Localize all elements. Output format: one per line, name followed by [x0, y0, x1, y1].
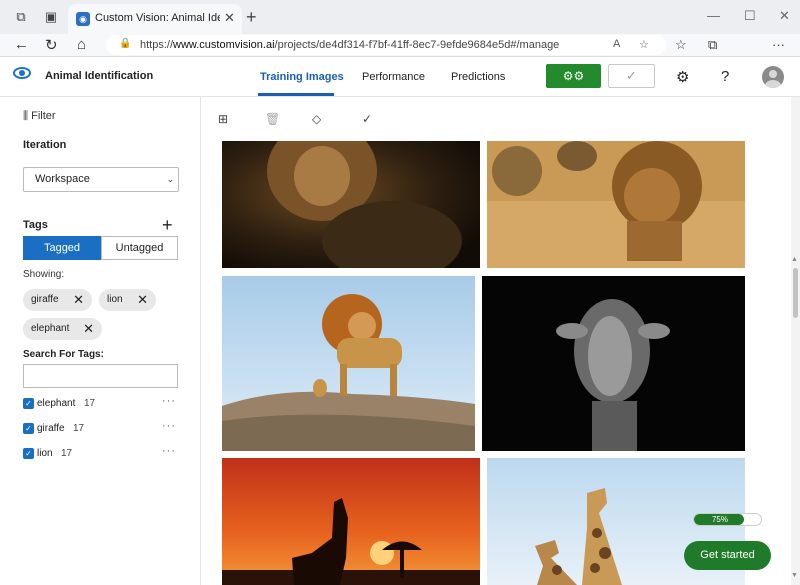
remove-giraffe-icon[interactable]: ✕ [73, 289, 84, 311]
settings-gear-icon[interactable]: ⚙ [676, 68, 689, 86]
chip-giraffe[interactable]: giraffe ✕ [23, 289, 92, 311]
progress-bar: 75% [693, 513, 762, 526]
iteration-title: Iteration [23, 139, 67, 151]
home-icon[interactable]: ⌂ [77, 36, 86, 53]
scrollbar-thumb[interactable] [793, 268, 798, 318]
address-bar-row: ← ↻ ⌂ 🔒 https://www.customvision.ai/proj… [0, 34, 800, 56]
favorites-icon[interactable]: ☆ [675, 37, 687, 53]
image-tile-giraffe-bw[interactable] [482, 276, 745, 451]
browser-tab-bar: ⧉ ▣ ◉ Custom Vision: Animal Identificati… [0, 0, 800, 34]
favorite-icon[interactable]: ☆ [639, 38, 649, 51]
untagged-toggle[interactable]: Untagged [101, 236, 178, 260]
showing-label: Showing: [23, 269, 65, 280]
tags-title: Tags [23, 219, 48, 231]
close-tab-icon[interactable]: ✕ [224, 10, 235, 26]
chevron-down-icon: ⌄ [166, 174, 174, 184]
new-tab-icon[interactable]: + [246, 7, 257, 28]
lock-icon[interactable]: 🔒 [119, 38, 131, 49]
custom-vision-eye-icon[interactable] [13, 67, 31, 79]
custom-vision-favicon-icon: ◉ [76, 12, 90, 26]
chip-elephant[interactable]: elephant ✕ [23, 318, 102, 340]
lion-portrait-image [222, 141, 480, 268]
chip-lion[interactable]: lion ✕ [99, 289, 156, 311]
get-started-button[interactable]: Get started [684, 541, 771, 570]
scrollbar[interactable] [791, 97, 800, 585]
tag-more-icon[interactable]: ··· [162, 395, 176, 407]
workspaces-icon[interactable]: ⧉ [13, 9, 29, 25]
tag-row-giraffe: ✓ giraffe 17 ··· [23, 420, 179, 438]
minimize-icon[interactable]: — [707, 8, 720, 23]
browser-tab[interactable]: ◉ Custom Vision: Animal Identificati ✕ [68, 4, 242, 34]
url-text: https://www.customvision.ai/projects/de4… [140, 39, 560, 51]
tag-more-icon[interactable]: ··· [162, 445, 176, 457]
lion-on-rock-image [222, 276, 475, 451]
lions-running-image [487, 141, 745, 268]
image-tile-giraffe-sunset[interactable] [222, 458, 480, 585]
remove-lion-icon[interactable]: ✕ [137, 289, 148, 311]
collections-icon[interactable]: ⧉ [708, 37, 717, 53]
active-tab-indicator [258, 93, 334, 96]
iteration-select[interactable]: Workspace ⌄ [23, 167, 179, 192]
sidebar: ⫼ Filter Iteration Workspace ⌄ Tags + Ta… [0, 97, 201, 585]
progress-text: 75% [711, 515, 728, 524]
tab-actions-icon[interactable]: ▣ [43, 9, 59, 25]
search-tags-input[interactable] [23, 364, 178, 388]
giraffe-black-white-image [482, 276, 745, 451]
app-header: Animal Identification Training Images Pe… [0, 57, 800, 97]
close-window-icon[interactable]: ✕ [779, 8, 790, 24]
image-tile-lions-running[interactable] [487, 141, 745, 268]
add-images-icon[interactable]: ⊞ [218, 112, 228, 126]
tab-training-images[interactable]: Training Images [260, 71, 344, 83]
image-tile-lion-on-rock[interactable] [222, 276, 475, 451]
image-tile-lion-portrait[interactable] [222, 141, 480, 268]
gears-icon: ⚙⚙ [562, 69, 585, 83]
tag-row-elephant: ✓ elephant 17 ··· [23, 395, 179, 413]
filter-icon: ⫼ [23, 110, 29, 122]
tagged-toggle[interactable]: Tagged [23, 236, 101, 260]
giraffe-sunset-image [222, 458, 480, 585]
help-icon[interactable]: ? [721, 68, 729, 85]
remove-elephant-icon[interactable]: ✕ [83, 318, 94, 340]
tag-more-icon[interactable]: ··· [162, 420, 176, 432]
maximize-icon[interactable]: ☐ [744, 8, 756, 24]
tag-row-lion: ✓ lion 17 ··· [23, 445, 179, 463]
delete-icon[interactable]: 🗑 [265, 112, 280, 126]
avatar[interactable] [762, 66, 784, 88]
tab-title: Custom Vision: Animal Identificati [95, 12, 220, 24]
checkbox-lion[interactable]: ✓ [23, 448, 34, 459]
tab-predictions[interactable]: Predictions [451, 71, 505, 83]
url-field[interactable]: 🔒 https://www.customvision.ai/projects/d… [106, 35, 666, 55]
tab-performance[interactable]: Performance [362, 71, 425, 83]
add-tag-icon[interactable]: + [162, 215, 173, 236]
more-icon[interactable]: ··· [772, 37, 785, 52]
train-button[interactable]: ⚙⚙ [546, 64, 601, 88]
select-all-check-icon[interactable]: ✓ [362, 112, 372, 126]
scroll-up-icon[interactable]: ▲ [791, 256, 798, 263]
quick-test-button[interactable]: ✓ [608, 64, 655, 88]
scroll-down-icon[interactable]: ▼ [791, 572, 798, 579]
search-tags-label: Search For Tags: [23, 349, 104, 360]
checkbox-elephant[interactable]: ✓ [23, 398, 34, 409]
check-icon: ✓ [626, 68, 637, 83]
project-name: Animal Identification [45, 70, 154, 82]
filter-toggle[interactable]: ⫼ Filter [23, 110, 56, 123]
back-icon[interactable]: ← [14, 36, 29, 53]
refresh-icon[interactable]: ↻ [45, 36, 58, 54]
tag-icon[interactable]: ◇ [312, 112, 321, 126]
checkbox-giraffe[interactable]: ✓ [23, 423, 34, 434]
read-aloud-icon[interactable]: A [613, 38, 620, 50]
